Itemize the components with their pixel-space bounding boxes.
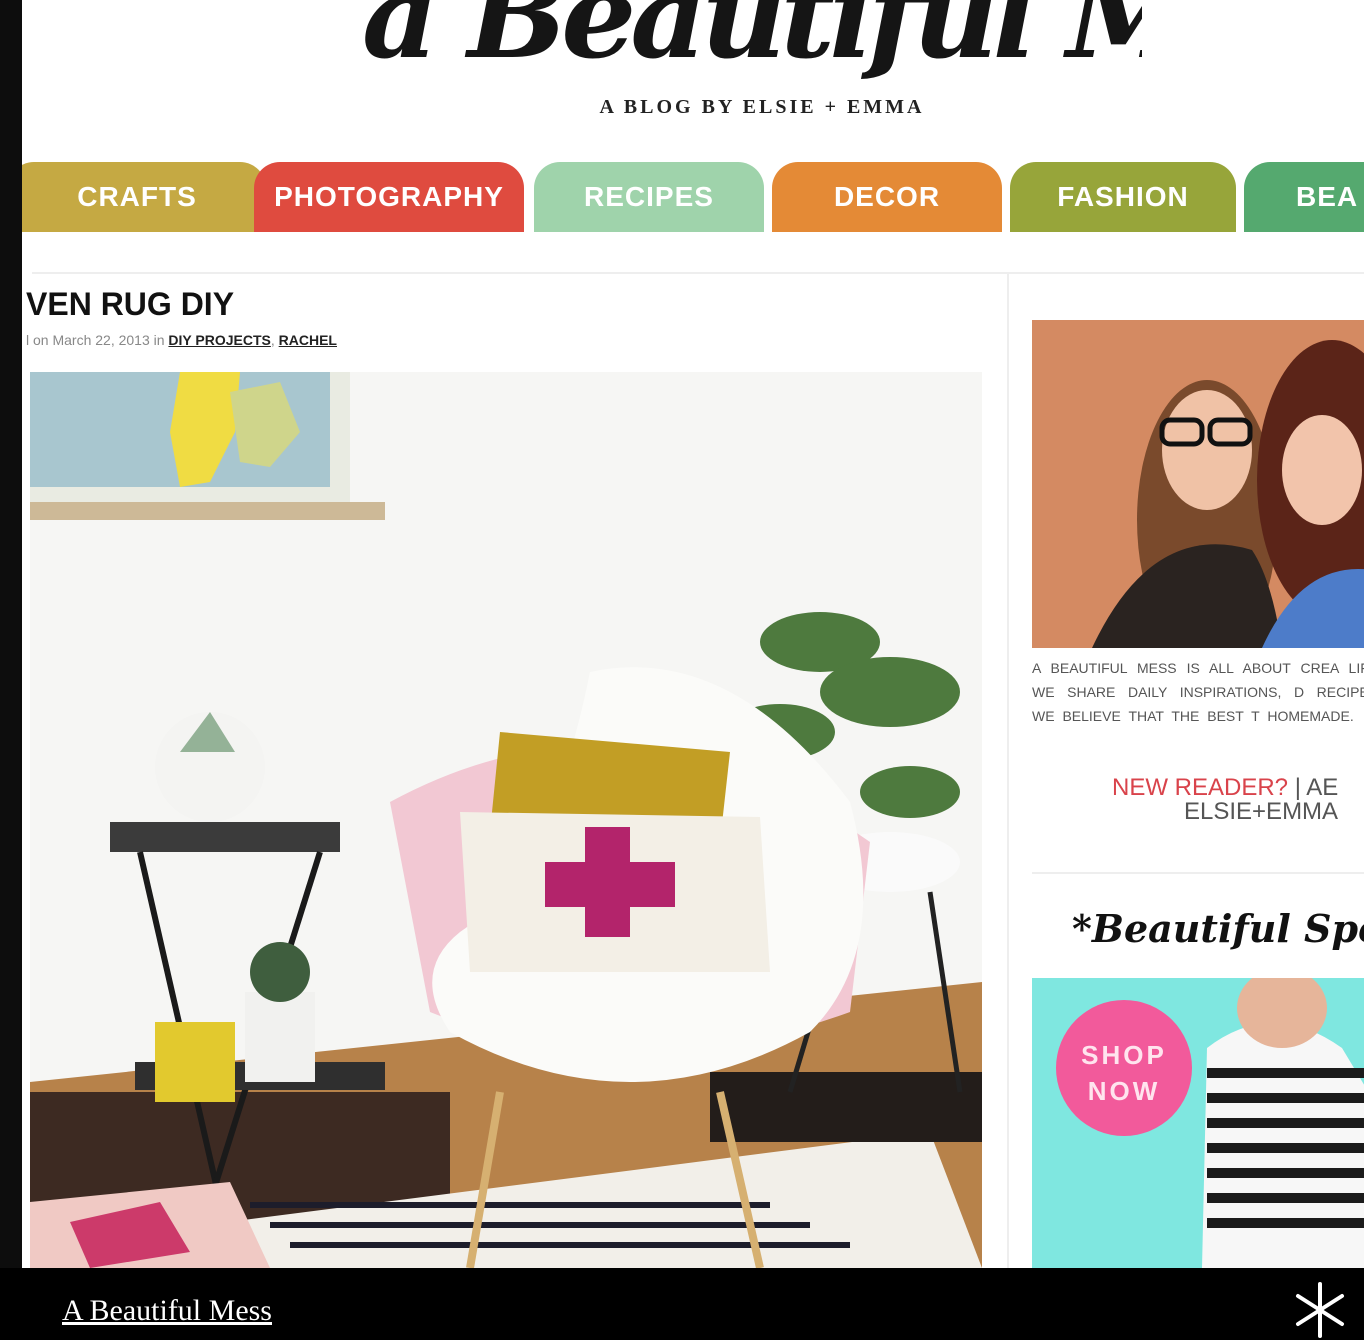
tab-recipes[interactable]: RECIPES [534, 162, 764, 232]
sidebar-divider [1032, 872, 1364, 874]
portrait-photo-icon [1032, 320, 1364, 648]
tab-label: PHOTOGRAPHY [274, 181, 504, 212]
post-date: l on March 22, 2013 in [26, 332, 165, 348]
chair-pillow-photo-icon [30, 372, 982, 1268]
tab-fashion[interactable]: FASHION [1010, 162, 1236, 232]
reader-links: NEW READER? | AE ELSIE+EMMA [1112, 776, 1364, 824]
footer-bar: A Beautiful Mess [0, 1268, 1364, 1340]
left-border [0, 0, 22, 1268]
tab-photography[interactable]: PHOTOGRAPHY [254, 162, 524, 232]
new-reader-link[interactable]: NEW READER? [1112, 774, 1288, 801]
column-divider [1007, 272, 1009, 1268]
tab-label: DECOR [833, 181, 941, 212]
category-link-diy-projects[interactable]: DIY PROJECTS [168, 332, 270, 348]
sponsor-ad-image-icon: SHOP NOW [1032, 978, 1364, 1268]
tab-label: BEA [1296, 181, 1359, 212]
tab-label: RECIPES [584, 181, 714, 212]
tab-label: CRAFTS [77, 181, 197, 212]
site-tagline: A BLOG BY ELSIE + EMMA [599, 96, 925, 118]
footer-home-link[interactable]: A Beautiful Mess [62, 1294, 272, 1328]
ad-badge-line2: NOW [1088, 1076, 1161, 1106]
link-separator: | [1294, 774, 1301, 801]
starburst-icon[interactable] [1290, 1280, 1350, 1340]
category-nav: CRAFTS PHOTOGRAPHY RECIPES DECOR FASHION… [22, 162, 1364, 232]
blog-description: A BEAUTIFUL MESS IS ALL ABOUT CREA LIFE.… [1032, 660, 1364, 724]
category-link-rachel[interactable]: RACHEL [279, 332, 337, 348]
blog-page: a Beautiful Mess A BLOG BY ELSIE + EMMA … [22, 0, 1364, 1268]
post-title[interactable]: VEN RUG DIY [26, 286, 234, 323]
site-logo[interactable]: a Beautiful Mess [362, 0, 1142, 86]
elsie-emma-photo[interactable] [1032, 320, 1364, 648]
tab-crafts[interactable]: CRAFTS [22, 162, 266, 232]
ad-badge-line1: SHOP [1081, 1040, 1167, 1070]
content-divider [32, 272, 1364, 274]
sponsors-heading: *Beautiful Spons [1072, 906, 1364, 951]
about-link[interactable]: AE [1306, 774, 1338, 801]
sponsor-ad[interactable]: SHOP NOW [1032, 978, 1364, 1268]
tab-label: FASHION [1057, 181, 1189, 212]
post-meta: l on March 22, 2013 in DIY PROJECTS, RAC… [26, 332, 337, 348]
tab-beauty[interactable]: BEA [1244, 162, 1364, 232]
elsie-emma-link[interactable]: ELSIE+EMMA [1112, 798, 1338, 825]
tab-decor[interactable]: DECOR [772, 162, 1002, 232]
post-image[interactable] [30, 372, 982, 1268]
